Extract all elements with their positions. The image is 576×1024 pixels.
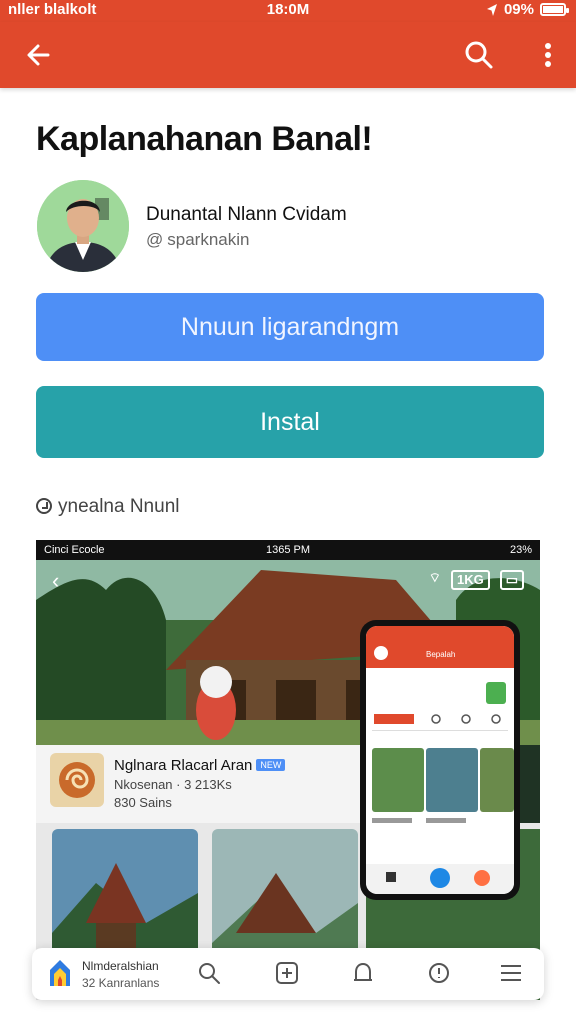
preview-back-icon: ‹ (52, 568, 60, 593)
menu-icon[interactable] (498, 960, 524, 986)
notification-icon[interactable] (350, 960, 376, 986)
bottom-nav-subtitle: 32 Kanranlans (82, 976, 160, 990)
status-icons: 09% (486, 1, 569, 18)
meta-row: ynealna Nnunl (36, 496, 179, 518)
arrow-left-icon[interactable] (22, 38, 56, 72)
phone-mockup: Bepalah (360, 620, 520, 900)
preview-battery-icon: ▭ (499, 570, 524, 590)
phone-title: Bepalah (426, 650, 456, 659)
app-toolbar (0, 22, 576, 88)
info-icon[interactable] (426, 960, 452, 986)
primary-action-button[interactable]: Nnuun ligarandngm (36, 293, 544, 361)
developer-handle: @ sparknakin (146, 230, 249, 250)
bottom-nav: Nlmderalshian 32 Kanranlans (32, 948, 544, 1000)
location-icon (486, 3, 497, 16)
phone-screen: Bepalah (366, 626, 514, 894)
preview-app-thumb (50, 753, 104, 807)
preview-battery: 23% (509, 544, 532, 556)
preview-wifi-icon: ⌔ (428, 570, 441, 585)
search-icon[interactable] (462, 38, 496, 72)
preview-toolbar-icons: ⌔ 1KG ▭ (429, 570, 524, 590)
more-vertical-icon[interactable] (538, 38, 558, 72)
bottom-nav-title: Nlmderalshian (82, 959, 159, 973)
preview-card-subtitle-2: 830 Sains (114, 795, 172, 810)
search-icon[interactable] (196, 960, 222, 986)
phone-logo-icon (374, 646, 388, 660)
preview-card-subtitle: Nkosenan · 3 213Ks (114, 777, 232, 792)
battery-icon (540, 3, 569, 16)
preview-card-badge: NEW (256, 759, 286, 771)
app-home-icon[interactable] (48, 958, 72, 988)
meta-text: ynealna Nnunl (58, 496, 180, 517)
preview-status-bar: Cinci Ecocle 1365 PM 23% (36, 540, 540, 560)
preview-info-card: Nglnara Rlacarl Aran NEW Nkosenan · 3 213… (36, 745, 366, 823)
preview-card-title: Nglnara Rlacarl Aran NEW (114, 757, 286, 774)
phone-header: Bepalah (366, 626, 514, 668)
preview-badge: 1KG (450, 570, 490, 590)
screenshot-preview[interactable]: Cinci Ecocle 1365 PM 23% ‹ ⌔ 1KG ▭ Nglna… (36, 540, 540, 1000)
check-circle-icon (36, 498, 52, 514)
developer-avatar[interactable] (37, 180, 129, 272)
avatar-image (37, 180, 129, 272)
app-title: Kaplanahanan Banal! (36, 120, 373, 158)
at-icon: @ (146, 230, 164, 249)
phone-content (366, 682, 514, 894)
status-bar: nller blalkolt 18:0M 09% (0, 0, 576, 22)
battery-fill (543, 6, 563, 13)
shell-icon (59, 762, 95, 798)
add-icon[interactable] (274, 960, 300, 986)
developer-name[interactable]: Dunantal Nlann Cvidam (146, 204, 347, 226)
preview-time: 1365 PM (265, 544, 311, 556)
handle-text: sparknakin (167, 230, 250, 249)
preview-card-title-text: Nglnara Rlacarl Aran (114, 757, 253, 774)
battery-percent: 09% (503, 1, 534, 18)
install-button[interactable]: Instal (36, 386, 544, 458)
